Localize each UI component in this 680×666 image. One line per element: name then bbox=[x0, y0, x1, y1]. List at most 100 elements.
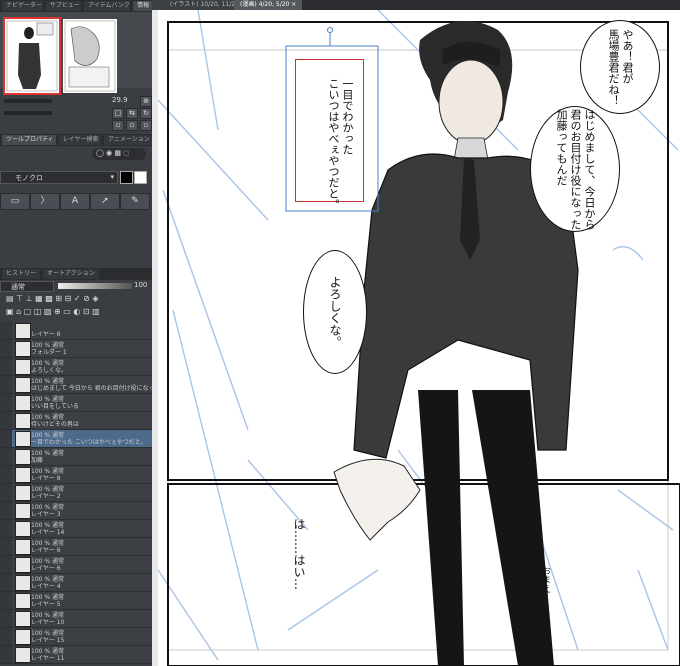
layer-row[interactable]: 100 % 通常 レイヤー 14 bbox=[0, 520, 152, 538]
tab-tool-property[interactable]: ツールプロパティ bbox=[2, 135, 56, 145]
eye-icon[interactable] bbox=[0, 556, 12, 573]
tab-subview[interactable]: サブビュー bbox=[45, 1, 82, 11]
main-color-swatch[interactable] bbox=[120, 171, 133, 184]
fit-icon[interactable]: □ bbox=[112, 108, 124, 119]
layer-row[interactable]: レイヤー 6 bbox=[0, 322, 152, 340]
side-text: おまえ bbox=[540, 566, 550, 593]
tool-rect-icon[interactable]: ▭ bbox=[0, 193, 30, 210]
eye-icon[interactable] bbox=[0, 520, 12, 537]
layer-name: 待いけどその男は bbox=[31, 421, 79, 428]
eye-icon[interactable] bbox=[0, 592, 12, 609]
manga-page[interactable]: 一目でわかった こいつはやべぇやつだと。 やあ！君が 馬場豊君だね！ はじめまし… bbox=[158, 10, 680, 666]
layer-name: レイヤー 10 bbox=[31, 619, 65, 626]
property-tabbar: ツールプロパティ レイヤー検索 アニメーション bbox=[0, 134, 152, 146]
layer-name: 加藤 bbox=[31, 457, 44, 464]
eye-icon[interactable] bbox=[0, 340, 12, 357]
tab-doc-2[interactable]: (漫画) 4/20, 5/20 × bbox=[234, 0, 303, 10]
layer-thumbnail bbox=[15, 395, 31, 411]
layer-row[interactable]: 100 % 通常 レイヤー 5 bbox=[0, 592, 152, 610]
layer-thumbnail bbox=[15, 593, 31, 609]
eye-icon[interactable] bbox=[0, 412, 12, 429]
nav-icon-c[interactable]: ▫ bbox=[140, 120, 152, 131]
speech-bubble-intro[interactable]: はじめまして、今日から 君のお目付け役になった 加藤ってもんだ bbox=[530, 106, 620, 232]
layer-row[interactable]: 100 % 通常 レイヤー 11 bbox=[0, 646, 152, 664]
eye-icon[interactable] bbox=[0, 538, 12, 555]
layer-row[interactable]: 100 % 通常 いい目をしている bbox=[0, 394, 152, 412]
page-thumbnail-current[interactable] bbox=[3, 17, 61, 95]
layer-row[interactable]: 100 % 通常 加藤 bbox=[0, 448, 152, 466]
eye-icon[interactable] bbox=[0, 646, 12, 663]
eye-icon[interactable] bbox=[0, 430, 12, 447]
layer-thumbnail bbox=[15, 323, 31, 339]
layer-row[interactable]: 100 % 通常 レイヤー 3 bbox=[0, 502, 152, 520]
layer-name: レイヤー 5 bbox=[31, 601, 61, 608]
speech-bubble-greeting[interactable]: やあ！君が 馬場豊君だね！ bbox=[580, 20, 660, 114]
eye-icon[interactable] bbox=[0, 610, 12, 627]
preview-toggle-group[interactable]: ◯ ◉ ▦ ◌ bbox=[92, 148, 146, 160]
tab-layer-search[interactable]: レイヤー検索 bbox=[58, 135, 101, 145]
tab-itembank[interactable]: アイテムバンク bbox=[84, 1, 131, 11]
layer-row[interactable]: 100 % 通常 待いけどその男は bbox=[0, 412, 152, 430]
tab-auto-action[interactable]: オートアクション bbox=[43, 269, 99, 279]
eye-icon[interactable] bbox=[0, 574, 12, 591]
layer-name: レイヤー 6 bbox=[31, 547, 61, 554]
layer-thumbnail bbox=[15, 647, 31, 663]
layer-tool-icons-row2[interactable]: ▣ ⌂ ▢ ◫ ▧ ⊕ ▭ ◐ ⊡ ▥ bbox=[6, 307, 100, 316]
speech-bubble-yoroshiku[interactable]: よろしくな。 bbox=[303, 250, 367, 374]
rotate-slider[interactable] bbox=[4, 111, 52, 115]
layer-name: レイヤー 8 bbox=[31, 475, 61, 482]
layer-thumbnail bbox=[15, 629, 31, 645]
rotate-icon[interactable]: ↻ bbox=[140, 108, 152, 119]
layer-tool-icons-row1[interactable]: ▤ ⊤ ⊥ ▦ ▩ ⊞ ⊟ ✓ ⊘ ◈ bbox=[6, 294, 98, 303]
eye-icon[interactable] bbox=[0, 376, 12, 393]
layer-row[interactable]: 100 % 通常 レイヤー 8 bbox=[0, 466, 152, 484]
layer-row[interactable]: 100 % 通常 フォルダー 1 bbox=[0, 340, 152, 358]
tab-info[interactable]: 情報 bbox=[133, 1, 152, 11]
panel-frame-bottom bbox=[167, 483, 680, 666]
nav-icon-a[interactable]: ▫ bbox=[112, 120, 124, 131]
color-mode-select[interactable]: モノクロ ▾ bbox=[0, 171, 118, 184]
flip-icon[interactable]: ⇆ bbox=[126, 108, 138, 119]
layer-row[interactable]: 100 % 通常 レイヤー 15 bbox=[0, 628, 152, 646]
eye-icon[interactable] bbox=[0, 322, 12, 339]
layer-row[interactable]: 100 % 通常はじめまして 今日から 君のお目付け役になった 加藤っ bbox=[0, 376, 152, 394]
tool-pointer-icon[interactable]: ➚ bbox=[90, 193, 120, 210]
blend-mode-value: 通常 bbox=[11, 283, 25, 291]
tool-pen-icon[interactable]: ✎ bbox=[120, 193, 150, 210]
opacity-slider[interactable] bbox=[58, 283, 132, 289]
eye-icon[interactable] bbox=[0, 448, 12, 465]
layer-row[interactable]: 100 % 通常 レイヤー 2 bbox=[0, 484, 152, 502]
layer-name: レイヤー 15 bbox=[31, 637, 65, 644]
layer-thumbnail bbox=[15, 521, 31, 537]
layer-thumbnail bbox=[15, 413, 31, 429]
layer-row[interactable]: 100 % 通常 一目でわかった こいつはやべぇやつだと。 bbox=[0, 430, 152, 448]
caption-box[interactable]: 一目でわかった こいつはやべぇやつだと。 bbox=[295, 59, 364, 210]
eye-icon[interactable] bbox=[0, 394, 12, 411]
brush-size-value: 29.9 bbox=[112, 96, 128, 104]
tool-curve-icon[interactable]: 〉 bbox=[30, 193, 60, 210]
layer-name: 一目でわかった こいつはやべぇやつだと。 bbox=[31, 439, 147, 446]
eye-icon[interactable] bbox=[0, 502, 12, 519]
tab-navigator[interactable]: ナビゲーター bbox=[2, 1, 43, 11]
page-thumbnail-next[interactable] bbox=[63, 19, 117, 93]
tab-history[interactable]: ヒストリー bbox=[2, 269, 41, 279]
eye-icon[interactable] bbox=[0, 484, 12, 501]
tab-animation[interactable]: アニメーション bbox=[103, 135, 152, 145]
layer-name: よろしくな。 bbox=[31, 367, 68, 374]
tool-text-icon[interactable]: A bbox=[60, 193, 90, 210]
eye-icon[interactable] bbox=[0, 466, 12, 483]
nav-icon-b[interactable]: ▫ bbox=[126, 120, 138, 131]
blend-mode-select[interactable]: 通常 bbox=[0, 281, 54, 292]
zoom-reset-icon[interactable]: ⊕ bbox=[140, 96, 152, 107]
layer-name: レイヤー 11 bbox=[31, 655, 65, 662]
layer-row[interactable]: 100 % 通常 レイヤー 6 bbox=[0, 556, 152, 574]
layer-row[interactable]: 100 % 通常 レイヤー 6 bbox=[0, 538, 152, 556]
zoom-slider[interactable] bbox=[4, 99, 52, 103]
eye-icon[interactable] bbox=[0, 358, 12, 375]
layer-row[interactable]: 100 % 通常 レイヤー 4 bbox=[0, 574, 152, 592]
sub-color-swatch[interactable] bbox=[134, 171, 147, 184]
layer-row[interactable]: 100 % 通常 レイヤー 10 bbox=[0, 610, 152, 628]
eye-icon[interactable] bbox=[0, 628, 12, 645]
circle-icon: ◯ ◉ ▦ ◌ bbox=[96, 149, 130, 157]
layer-row[interactable]: 100 % 通常 よろしくな。 bbox=[0, 358, 152, 376]
